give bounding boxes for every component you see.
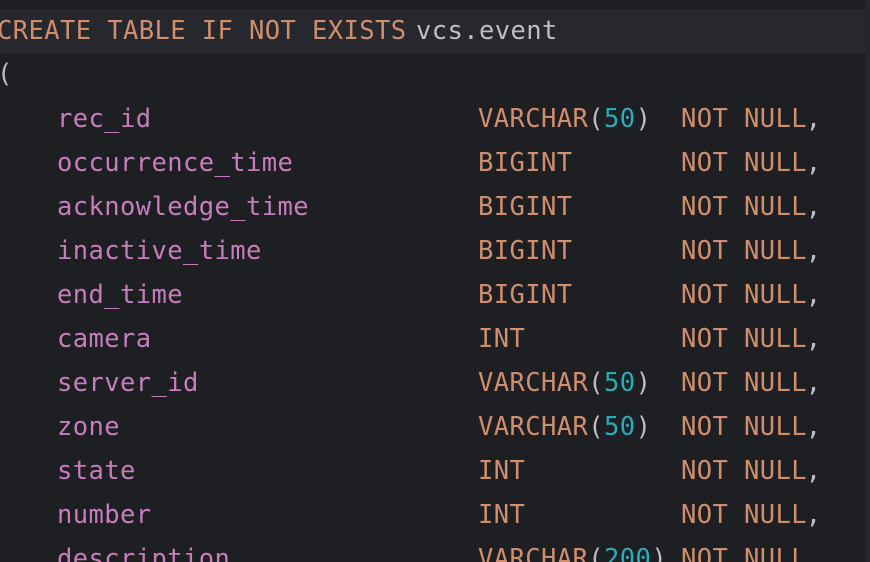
column-type: VARCHAR [478,412,589,442]
column-type-group: BIGINT [478,273,573,317]
column-type: VARCHAR [478,368,589,398]
type-open-paren: ( [588,104,605,134]
column-name: description [57,544,231,562]
open-paren: ( [0,52,13,96]
code-line-column[interactable]: description VARCHAR(200) NOT NULL, [0,537,865,562]
column-name: rec_id [57,104,152,134]
code-line-column[interactable]: rec_id VARCHAR(50) NOT NULL, [0,97,865,141]
column-type: VARCHAR [478,544,589,562]
comma-separator: , [805,148,822,178]
not-null-constraint: NOT NULL [681,192,808,222]
code-line-open-paren[interactable]: ( [0,52,865,96]
not-null-constraint: NOT NULL [681,500,808,530]
code-line-column[interactable]: inactive_time BIGINT NOT NULL, [0,229,865,273]
column-type-group: VARCHAR(50) [478,97,651,141]
code-line-column[interactable]: camera INT NOT NULL, [0,317,865,361]
not-null-constraint: NOT NULL [681,148,808,178]
type-close-paren: ) [635,412,652,442]
type-open-paren: ( [588,368,605,398]
column-type: BIGINT [478,148,573,178]
type-open-paren: ( [588,412,605,442]
type-size: 200 [604,544,652,562]
not-null-constraint: NOT NULL [681,236,808,266]
code-line-create-table[interactable]: CREATE TABLE IF NOT EXISTS vcs.event [0,9,865,53]
comma-separator: , [805,368,822,398]
not-null-constraint: NOT NULL [681,324,808,354]
type-size: 50 [604,368,636,398]
column-type: BIGINT [478,280,573,310]
column-name: occurrence_time [57,148,294,178]
column-type-group: INT [478,449,525,493]
column-type-group: INT [478,317,525,361]
column-type: INT [478,324,526,354]
comma-separator: , [805,280,822,310]
comma-separator: , [805,236,822,266]
column-type: INT [478,456,526,486]
column-name: server_id [57,368,199,398]
column-type: VARCHAR [478,104,589,134]
vertical-scrollbar[interactable] [865,0,870,562]
comma-separator: , [805,192,822,222]
not-null-constraint: NOT NULL [681,104,808,134]
not-null-constraint: NOT NULL [681,544,808,562]
column-name: inactive_time [57,236,262,266]
table-name: vcs.event [416,16,558,46]
column-type-group: VARCHAR(50) [478,405,651,449]
code-line-column[interactable]: number INT NOT NULL, [0,493,865,537]
code-line-column[interactable]: server_id VARCHAR(50) NOT NULL, [0,361,865,405]
column-name: number [57,500,152,530]
column-name: state [57,456,136,486]
type-close-paren: ) [635,104,652,134]
type-size: 50 [604,104,636,134]
not-null-constraint: NOT NULL [681,412,808,442]
column-type-group: VARCHAR(200) [478,537,667,562]
comma-separator: , [805,412,822,442]
column-type: BIGINT [478,236,573,266]
column-name: zone [57,412,121,442]
column-type-group: BIGINT [478,229,573,273]
column-type-group: INT [478,493,525,537]
comma-separator: , [805,456,822,486]
comma-separator: , [805,544,822,562]
type-open-paren: ( [588,544,605,562]
not-null-constraint: NOT NULL [681,368,808,398]
create-table-keywords: CREATE TABLE IF NOT EXISTS [0,16,407,46]
code-line-column[interactable]: occurrence_time BIGINT NOT NULL, [0,141,865,185]
column-name: end_time [57,280,184,310]
type-close-paren: ) [651,544,668,562]
column-name: camera [57,324,152,354]
column-type-group: BIGINT [478,185,573,229]
column-type-group: VARCHAR(50) [478,361,651,405]
type-size: 50 [604,412,636,442]
not-null-constraint: NOT NULL [681,456,808,486]
sql-code-editor[interactable]: CREATE TABLE IF NOT EXISTS vcs.event ( r… [0,0,870,562]
column-type: INT [478,500,526,530]
code-line-column[interactable]: zone VARCHAR(50) NOT NULL, [0,405,865,449]
comma-separator: , [805,324,822,354]
type-close-paren: ) [635,368,652,398]
column-type: BIGINT [478,192,573,222]
comma-separator: , [805,104,822,134]
code-line-column[interactable]: state INT NOT NULL, [0,449,865,493]
code-line-column[interactable]: acknowledge_time BIGINT NOT NULL, [0,185,865,229]
column-name: acknowledge_time [57,192,310,222]
comma-separator: , [805,500,822,530]
not-null-constraint: NOT NULL [681,280,808,310]
column-type-group: BIGINT [478,141,573,185]
code-line-column[interactable]: end_time BIGINT NOT NULL, [0,273,865,317]
